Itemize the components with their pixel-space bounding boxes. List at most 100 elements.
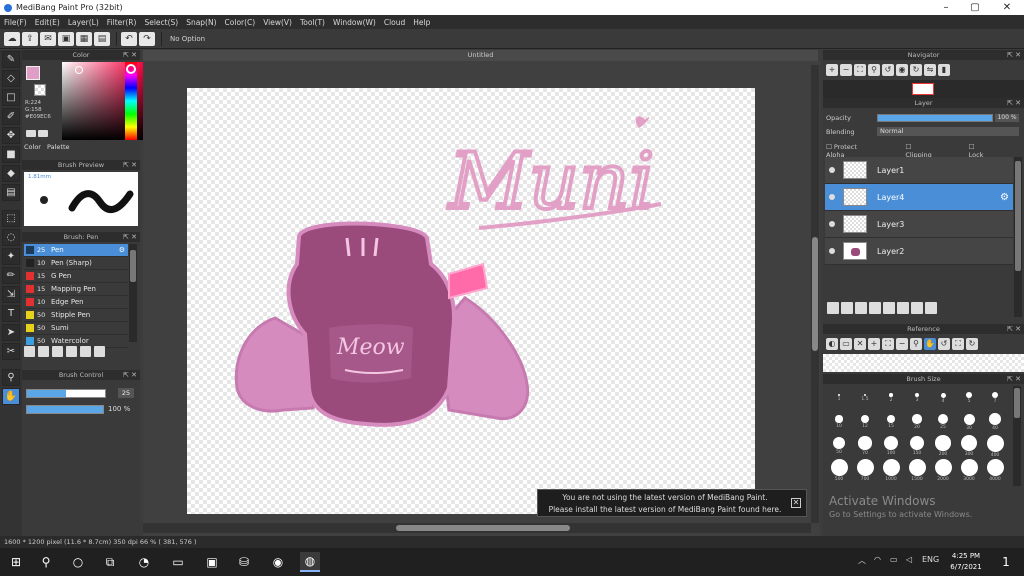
brush-size-option[interactable]: 50 bbox=[826, 434, 852, 458]
navigator-thumbnail[interactable] bbox=[823, 80, 1024, 98]
move-tool-icon[interactable]: ✥ bbox=[2, 127, 20, 144]
reference-rotate-icon[interactable]: ↺ bbox=[938, 338, 950, 350]
new-1bit-layer-icon[interactable] bbox=[869, 302, 881, 314]
blending-select[interactable]: Normal bbox=[877, 127, 1019, 136]
menu-snap[interactable]: Snap(N) bbox=[186, 18, 216, 27]
frame-tool-icon[interactable]: ✂ bbox=[2, 343, 20, 360]
notice-close-icon[interactable]: ✕ bbox=[791, 498, 801, 508]
brush-size-option[interactable]: 25 bbox=[930, 410, 956, 434]
medibang-taskbar-icon[interactable]: ◍ bbox=[300, 552, 320, 572]
brush-list-scrollbar[interactable] bbox=[129, 244, 137, 342]
gradient-tool-icon[interactable]: ▤ bbox=[2, 184, 20, 201]
layer-row[interactable]: Layer4 ⚙ bbox=[825, 184, 1013, 211]
menu-filter[interactable]: Filter(R) bbox=[107, 18, 137, 27]
grid-icon[interactable]: ▦ bbox=[76, 31, 92, 46]
hand-tool-icon[interactable]: ✋ bbox=[2, 388, 20, 405]
export-icon[interactable]: ▤ bbox=[94, 31, 110, 46]
layer-opacity-slider[interactable] bbox=[877, 114, 993, 122]
menu-cloud[interactable]: Cloud bbox=[384, 18, 405, 27]
brush-size-option[interactable]: 200 bbox=[930, 434, 956, 458]
reference-hand-icon[interactable]: ✋ bbox=[924, 338, 936, 350]
menu-tool[interactable]: Tool(T) bbox=[300, 18, 325, 27]
brush-menu-icon[interactable] bbox=[52, 346, 63, 357]
tray-battery-icon[interactable]: ▭ bbox=[890, 555, 898, 564]
cortana-icon[interactable]: ○ bbox=[68, 552, 88, 572]
brush-size-option[interactable]: 2000 bbox=[930, 458, 956, 482]
menu-view[interactable]: View(V) bbox=[263, 18, 292, 27]
document-tab[interactable]: Untitled bbox=[143, 50, 818, 61]
tray-network-icon[interactable]: ◠ bbox=[874, 555, 881, 564]
layer-visibility-icon[interactable] bbox=[829, 248, 835, 254]
panel-controls-icon[interactable]: ⇱ ✕ bbox=[123, 160, 137, 170]
reference-eyedropper-icon[interactable]: ⚲ bbox=[910, 338, 922, 350]
brush-size-option[interactable]: 3 bbox=[904, 386, 930, 410]
text-tool-icon[interactable]: T bbox=[2, 305, 20, 322]
brush-size-value[interactable]: 25 bbox=[118, 388, 134, 398]
lasso-tool-icon[interactable]: ◌ bbox=[2, 229, 20, 246]
brush-size-option[interactable]: 20 bbox=[904, 410, 930, 434]
undo-icon[interactable]: ↶ bbox=[121, 31, 137, 46]
brush-item[interactable]: 15 Mapping Pen bbox=[24, 283, 128, 296]
rotate-left-icon[interactable]: ↺ bbox=[882, 64, 894, 76]
color-picker-cursor[interactable] bbox=[75, 66, 83, 74]
fill-rect-tool-icon[interactable]: ■ bbox=[2, 146, 20, 163]
brush-item[interactable]: 50 Sumi bbox=[24, 322, 128, 335]
transform-tool-icon[interactable]: ⇲ bbox=[2, 286, 20, 303]
hue-slider-handle[interactable] bbox=[126, 64, 136, 74]
notifications-icon[interactable]: 1 bbox=[996, 552, 1016, 572]
menu-color[interactable]: Color(C) bbox=[225, 18, 256, 27]
reference-fullscreen-icon[interactable]: ⛶ bbox=[952, 338, 964, 350]
task-view-icon[interactable]: ⧉ bbox=[100, 552, 120, 572]
brush-item[interactable]: 15 G Pen bbox=[24, 270, 128, 283]
brush-size-option[interactable]: 3000 bbox=[956, 458, 982, 482]
tab-color[interactable]: Color bbox=[24, 143, 41, 151]
update-notice-line2[interactable]: Please install the latest version of Med… bbox=[538, 504, 792, 516]
new-8bit-layer-icon[interactable] bbox=[855, 302, 867, 314]
store-icon[interactable]: ⛁ bbox=[234, 552, 254, 572]
panel-controls-icon[interactable]: ⇱ ✕ bbox=[1007, 324, 1021, 334]
brush-size-option[interactable]: 1 bbox=[826, 386, 852, 410]
merge-down-icon[interactable] bbox=[911, 302, 923, 314]
brush-settings-icon[interactable] bbox=[66, 346, 77, 357]
brush-opacity-slider[interactable] bbox=[26, 405, 104, 414]
add-brush-icon[interactable] bbox=[24, 346, 35, 357]
primary-color-swatch[interactable] bbox=[26, 66, 40, 80]
zoom-out-icon[interactable]: − bbox=[840, 64, 852, 76]
tray-language[interactable]: ENG bbox=[922, 555, 939, 564]
panel-controls-icon[interactable]: ⇱ ✕ bbox=[123, 232, 137, 242]
menu-edit[interactable]: Edit(E) bbox=[35, 18, 60, 27]
brush-copy-icon[interactable] bbox=[94, 346, 105, 357]
brush-gear-icon[interactable]: ⚙ bbox=[119, 246, 125, 254]
brush-size-option[interactable]: 5 bbox=[956, 386, 982, 410]
brush-item[interactable]: 25 Pen ⚙ bbox=[24, 244, 128, 257]
file-explorer-icon[interactable]: ▭ bbox=[168, 552, 188, 572]
brush-size-option[interactable]: 1500 bbox=[904, 458, 930, 482]
chrome-icon[interactable]: ◉ bbox=[268, 552, 288, 572]
delete-brush-icon[interactable] bbox=[38, 346, 49, 357]
comment-icon[interactable]: ✉ bbox=[40, 31, 56, 46]
transparent-color-icon[interactable] bbox=[38, 130, 48, 137]
panel-controls-icon[interactable]: ⇱ ✕ bbox=[1007, 374, 1021, 384]
brush-size-option[interactable]: 150 bbox=[904, 434, 930, 458]
brush-item[interactable]: 50 Stipple Pen bbox=[24, 309, 128, 322]
reference-folder-icon[interactable]: ▭ bbox=[840, 338, 852, 350]
panel-controls-icon[interactable]: ⇱ ✕ bbox=[123, 370, 137, 380]
save-icon[interactable]: ▣ bbox=[58, 31, 74, 46]
panel-controls-icon[interactable]: ⇱ ✕ bbox=[123, 50, 137, 60]
share-icon[interactable]: ⇪ bbox=[22, 31, 38, 46]
brush-size-option[interactable]: 4000 bbox=[982, 458, 1008, 482]
tray-volume-icon[interactable]: ◁ bbox=[906, 555, 912, 564]
canvas-horizontal-scrollbar[interactable] bbox=[143, 523, 811, 533]
layer-list-scrollbar[interactable] bbox=[1014, 157, 1022, 317]
brush-size-option[interactable]: 500 bbox=[826, 458, 852, 482]
brush-size-option[interactable]: 7 bbox=[982, 386, 1008, 410]
duplicate-layer-icon[interactable] bbox=[897, 302, 909, 314]
bucket-tool-icon[interactable]: ◆ bbox=[2, 165, 20, 182]
windows-start-icon[interactable]: ⊞ bbox=[6, 552, 26, 572]
zoom-actual-icon[interactable]: ⚲ bbox=[868, 64, 880, 76]
layer-row[interactable]: Layer1 bbox=[825, 157, 1013, 184]
menu-select[interactable]: Select(S) bbox=[144, 18, 178, 27]
brush-item[interactable]: 10 Pen (Sharp) bbox=[24, 257, 128, 270]
menu-window[interactable]: Window(W) bbox=[333, 18, 376, 27]
brush-size-option[interactable]: 40 bbox=[982, 410, 1008, 434]
